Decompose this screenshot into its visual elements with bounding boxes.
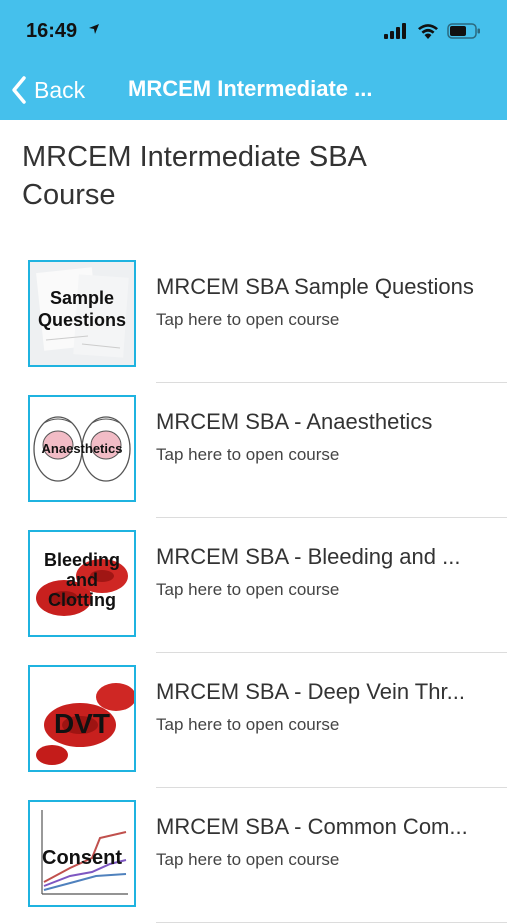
nav-title: MRCEM Intermediate ... (128, 76, 373, 101)
wifi-icon (417, 23, 438, 39)
course-title: MRCEM SBA - Deep Vein Thr... (156, 679, 465, 704)
course-list: Sample Questions MRCEM SBA Sample Questi… (0, 248, 507, 923)
course-row-anaesthetics[interactable]: Anaesthetics MRCEM SBA - Anaesthetics Ta… (0, 383, 507, 518)
status-time: 16:49 (26, 20, 78, 42)
thumb-text-line1: Sample (50, 288, 114, 308)
course-subtitle: Tap here to open course (156, 850, 340, 869)
header-bar: 16:49 Back MRCEM Intermediate ... (0, 0, 507, 120)
location-arrow-icon (89, 24, 99, 34)
thumb-text-line1: Anaesthetics (42, 441, 123, 456)
status-bar: 16:49 (0, 0, 507, 60)
course-thumbnail: Anaesthetics (28, 395, 136, 502)
thumb-text-line1: Bleeding (44, 550, 120, 570)
status-indicators (384, 22, 481, 40)
page-title: MRCEM Intermediate SBA Course (22, 141, 366, 211)
course-row-bleeding-clotting[interactable]: Bleeding and Clotting MRCEM SBA - Bleedi… (0, 518, 507, 653)
course-subtitle: Tap here to open course (156, 445, 340, 464)
thumb-text-line1: Consent (42, 847, 122, 869)
signal-icon (384, 22, 407, 39)
thumb-text-line2: Questions (38, 310, 126, 330)
course-subtitle: Tap here to open course (156, 310, 340, 329)
course-row-sample-questions[interactable]: Sample Questions MRCEM SBA Sample Questi… (0, 248, 507, 383)
thumb-text-line3: Clotting (48, 590, 116, 610)
course-thumbnail: Consent (28, 800, 136, 907)
course-thumbnail: DVT (28, 665, 136, 772)
thumb-text-line1: DVT (54, 708, 110, 739)
course-title: MRCEM SBA - Anaesthetics (156, 409, 433, 434)
course-title: MRCEM SBA - Common Com... (156, 814, 468, 839)
back-button[interactable]: Back (10, 74, 85, 106)
back-label: Back (34, 76, 86, 103)
course-thumbnail: Bleeding and Clotting (28, 530, 136, 637)
course-thumbnail: Sample Questions (28, 260, 136, 367)
course-row-common-complaints[interactable]: Consent MRCEM SBA - Common Com... Tap he… (0, 788, 507, 923)
course-title: MRCEM SBA Sample Questions (156, 274, 474, 299)
battery-icon (447, 23, 480, 39)
chevron-left-icon (12, 76, 26, 104)
thumb-text-line2: and (66, 570, 98, 590)
course-title: MRCEM SBA - Bleeding and ... (156, 544, 461, 569)
navigation-bar: Back MRCEM Intermediate ... (0, 60, 507, 120)
course-subtitle: Tap here to open course (156, 580, 340, 599)
course-row-dvt[interactable]: DVT MRCEM SBA - Deep Vein Thr... Tap her… (0, 653, 507, 788)
course-subtitle: Tap here to open course (156, 715, 340, 734)
